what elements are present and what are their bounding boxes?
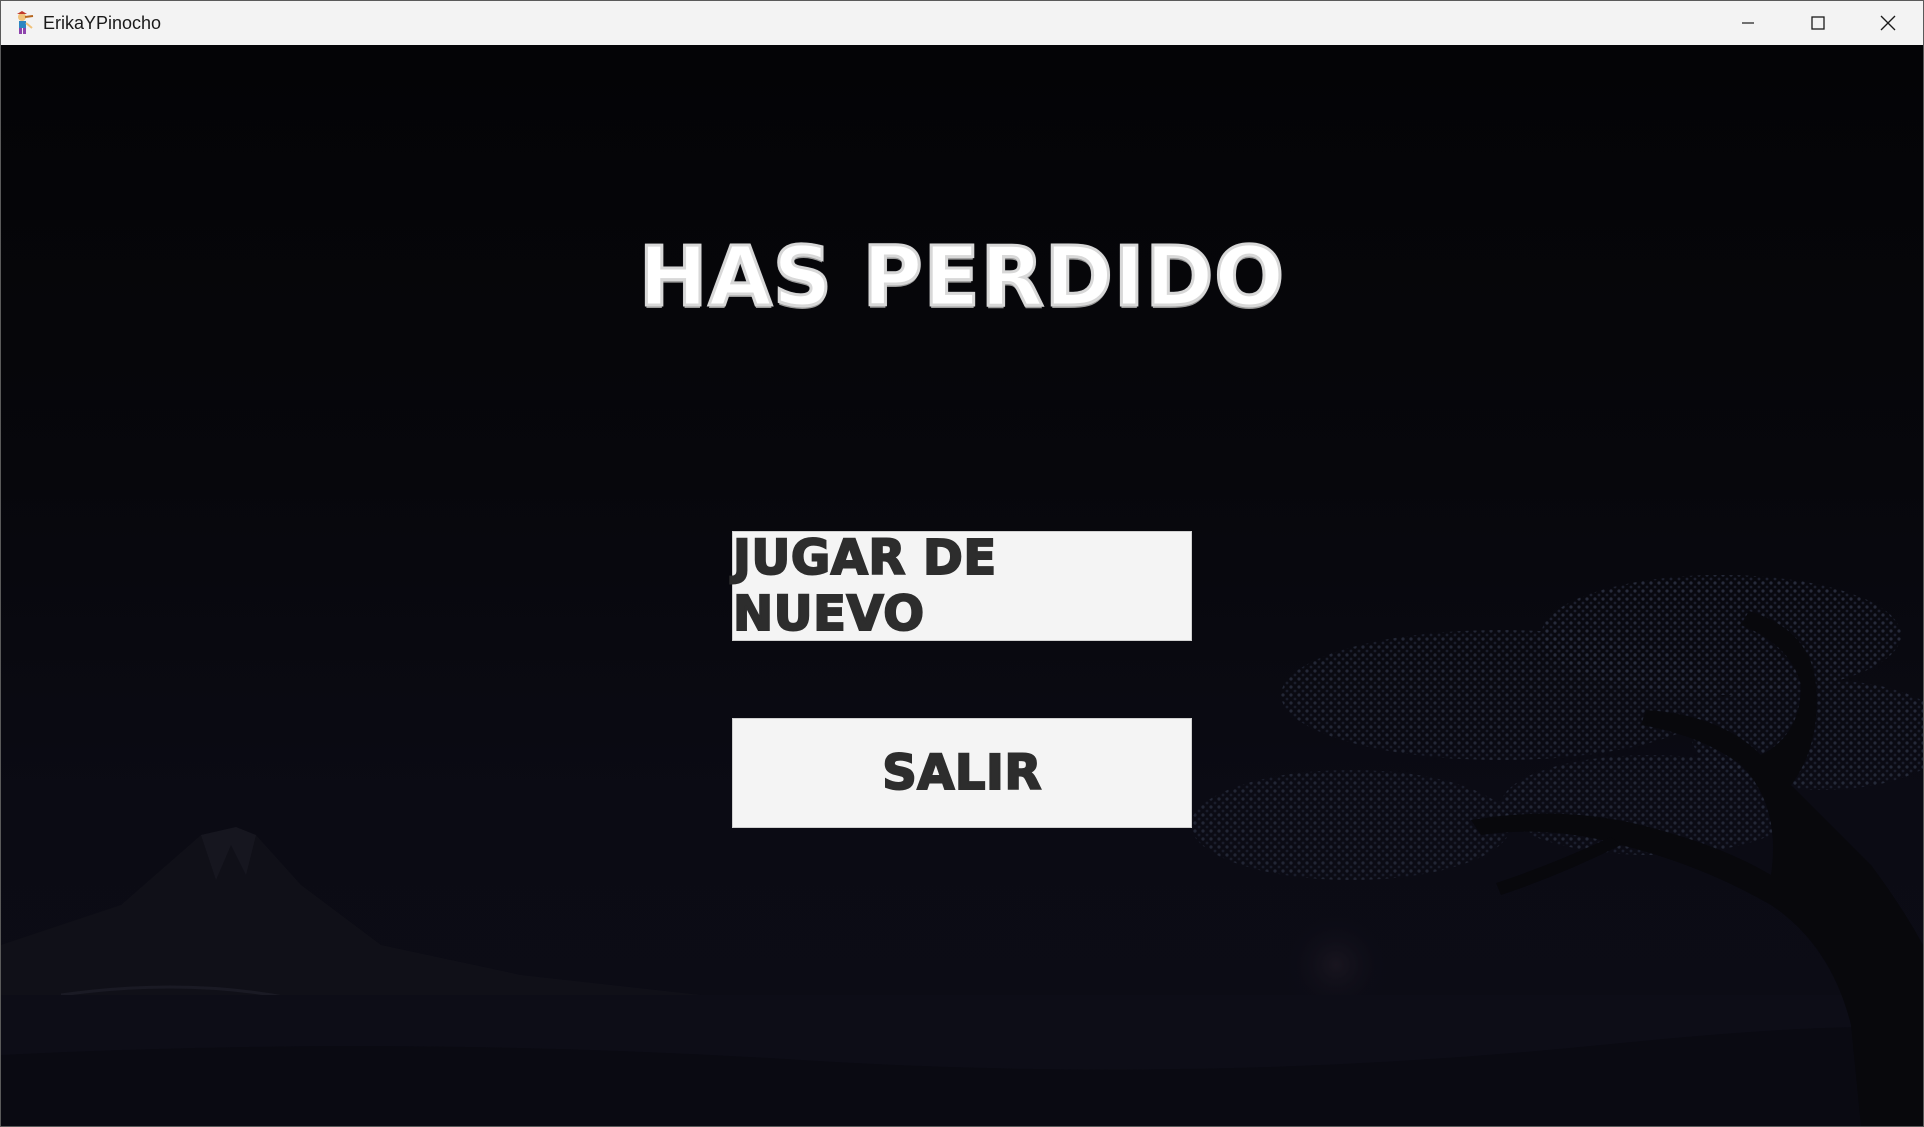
minimize-icon [1741,16,1755,30]
play-again-button[interactable]: JUGAR DE NUEVO [732,529,1192,643]
exit-button[interactable]: SALIR [732,718,1192,828]
game-over-title: HAS PERDIDO [637,229,1286,327]
close-icon [1880,15,1896,31]
minimize-button[interactable] [1713,1,1783,45]
maximize-button[interactable] [1783,1,1853,45]
window-title: ErikaYPinocho [43,13,162,33]
pinocchio-app-icon [13,11,37,35]
app-window: ErikaYPinocho HAS PERDIDO JUGAR DE NUEVO… [0,0,1924,1127]
maximize-icon [1811,16,1825,30]
game-canvas: HAS PERDIDO JUGAR DE NUEVO SALIR [1,45,1923,1126]
title-bar[interactable]: ErikaYPinocho [1,1,1923,45]
close-button[interactable] [1853,1,1923,45]
